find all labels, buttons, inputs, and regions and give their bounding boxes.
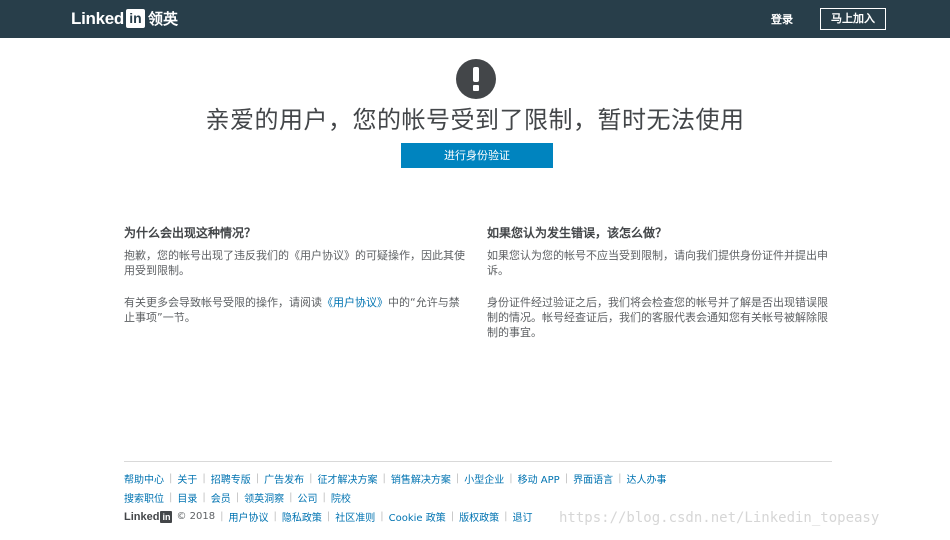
footer-link-privacy-policy[interactable]: 隐私政策 [282,509,322,524]
footer-link-user-agreement[interactable]: 用户协议 [228,509,268,524]
footer-links-row-2: 搜索职位 | 目录 | 会员 | 领英洞察 | 公司 | 院校 [124,490,351,505]
alert-icon [456,59,496,99]
footer-link-schools[interactable]: 院校 [331,490,351,505]
footer-link-directory[interactable]: 目录 [177,490,197,505]
footer-link-sales-solutions[interactable]: 销售解决方案 [391,471,451,486]
footer-logo-wordmark: Linked [124,510,160,523]
why-restricted-paragraph-1: 抱歉，您的帐号出现了违反我们的《用户协议》的可疑操作，因此其使用受到限制。 [124,249,465,277]
if-error-section: 如果您认为发生错误，该怎么做？ 如果您认为您的帐号不应当受到限制，请向我们提供身… [487,224,832,357]
if-error-title: 如果您认为发生错误，该怎么做？ [487,226,668,240]
footer-link-mobile-app[interactable]: 移动 APP [518,471,560,486]
footer-link-careers[interactable]: 招聘专版 [211,471,251,486]
footer-link-job-search[interactable]: 搜索职位 [124,490,164,505]
logo-in-box: in [126,9,145,28]
logo-chinese-name: 领英 [148,10,179,28]
footer-linkedin-logo: Linked in [124,510,173,523]
join-now-button[interactable]: 马上加入 [820,8,886,30]
why-restricted-section: 为什么会出现这种情况？ 抱歉，您的帐号出现了违反我们的《用户协议》的可疑操作，因… [124,224,469,342]
logo-wordmark: Linked [71,8,124,28]
footer-link-talent-solutions[interactable]: 征才解决方案 [318,471,378,486]
p2-text-before: 有关更多会导致帐号受限的操作，请阅读 [124,296,322,309]
signin-link[interactable]: 登录 [771,11,793,27]
page-title: 亲爱的用户，您的帐号受到了限制，暂时无法使用 [205,106,745,134]
footer-logo-in-box: in [160,510,173,523]
footer-link-advertising[interactable]: 广告发布 [264,471,304,486]
if-error-paragraph-1: 如果您认为您的帐号不应当受到限制，请向我们提供身份证件并提出申诉。 [487,249,828,277]
footer-link-community-guidelines[interactable]: 社区准则 [335,509,375,524]
footer-link-copyright-policy[interactable]: 版权政策 [459,509,499,524]
top-nav-bar: Linked in 领英 登录 马上加入 [0,0,950,38]
watermark-text: https://blog.csdn.net/Linkedin_topeasy [559,510,880,526]
copyright-text: © 2018 [176,511,216,522]
footer-link-unsubscribe[interactable]: 退订 [512,509,532,524]
footer-link-language[interactable]: 界面语言 [573,471,613,486]
footer-links-row-1: 帮助中心 | 关于 | 招聘专版 | 广告发布 | 征才解决方案 | 销售解决方案 | 小型… [124,471,667,486]
if-error-paragraph-2: 身份证件经过验证之后，我们将会检查您的帐号并了解是否出现错误限制的情况。帐号经查… [487,296,828,339]
footer-link-members[interactable]: 会员 [211,490,231,505]
footer-link-small-business[interactable]: 小型企业 [464,471,504,486]
footer-link-insights[interactable]: 领英洞察 [244,490,284,505]
why-restricted-paragraph-2: 有关更多会导致帐号受限的操作，请阅读《用户协议》中的“允许与禁止事项”一节。 [124,295,469,325]
footer-link-companies[interactable]: 公司 [298,490,318,505]
why-restricted-title: 为什么会出现这种情况？ [124,226,257,240]
user-agreement-link[interactable]: 《用户协议》 [322,296,388,309]
footer-link-help-center[interactable]: 帮助中心 [124,471,164,486]
footer-link-cookie-policy[interactable]: Cookie 政策 [389,509,446,524]
verify-identity-button[interactable]: 进行身份验证 [401,143,553,168]
footer-link-experts[interactable]: 达人办事 [626,471,666,486]
linkedin-logo[interactable]: Linked in 领英 [71,8,178,29]
footer-link-about[interactable]: 关于 [177,471,197,486]
